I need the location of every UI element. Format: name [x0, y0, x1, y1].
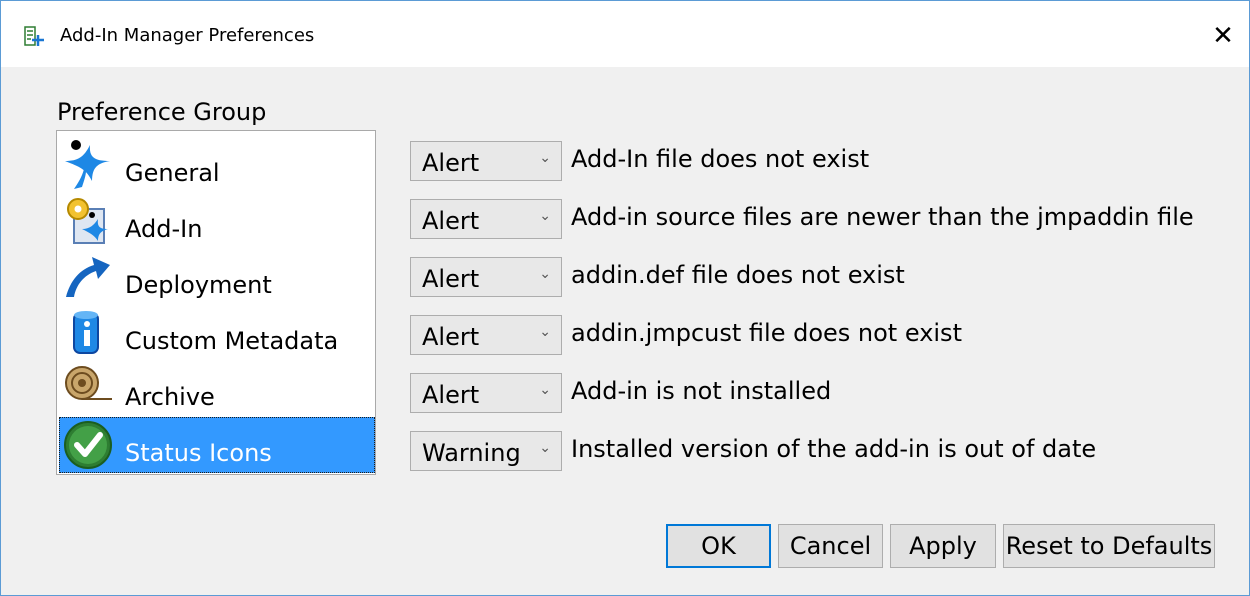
group-item-archive[interactable]: Archive: [59, 361, 375, 417]
dropdown-value: Warning: [422, 439, 521, 467]
rule-description: Add-In file does not exist: [571, 145, 870, 173]
rule-description: Add-in is not installed: [571, 377, 832, 405]
archive-roll-icon: [65, 366, 112, 400]
group-item-label: General: [125, 159, 220, 187]
group-item-label: Custom Metadata: [125, 327, 339, 355]
ok-button[interactable]: OK: [666, 524, 771, 568]
group-item-label: Status Icons: [125, 439, 272, 467]
preference-group-list[interactable]: General Add-In Deployment Custom Metadat…: [56, 130, 376, 475]
group-item-general[interactable]: General: [59, 137, 375, 193]
rule-row: Alert ⌄ Add-in is not installed: [410, 373, 1230, 413]
apply-button[interactable]: Apply: [890, 524, 996, 568]
severity-dropdown[interactable]: Alert ⌄: [410, 373, 562, 413]
rule-row: Alert ⌄ addin.jmpcust file does not exis…: [410, 315, 1230, 355]
rule-description: addin.def file does not exist: [571, 261, 905, 289]
general-star-icon: [65, 140, 110, 189]
close-icon: ✕: [1212, 21, 1234, 51]
rule-description: Installed version of the add-in is out o…: [571, 435, 1097, 463]
rule-description: addin.jmpcust file does not exist: [571, 319, 962, 347]
info-icon: [73, 311, 99, 354]
title-bar: Add-In Manager Preferences ✕: [1, 1, 1249, 67]
dropdown-value: Alert: [422, 265, 480, 293]
rule-row: Alert ⌄ Add-in source files are newer th…: [410, 199, 1230, 239]
check-circle-icon: [64, 421, 112, 469]
severity-dropdown[interactable]: Alert ⌄: [410, 257, 562, 297]
group-item-label: Add-In: [125, 215, 203, 243]
preferences-dialog: Add-In Manager Preferences ✕ Preference …: [0, 0, 1250, 596]
dropdown-value: Alert: [422, 323, 480, 351]
rule-description: Add-in source files are newer than the j…: [571, 203, 1194, 231]
chevron-down-icon: ⌄: [539, 266, 551, 282]
group-item-deployment[interactable]: Deployment: [59, 249, 375, 305]
add-in-manager-icon: [24, 26, 44, 46]
addin-gear-icon: [67, 198, 108, 244]
chevron-down-icon: ⌄: [539, 324, 551, 340]
chevron-down-icon: ⌄: [539, 208, 551, 224]
group-item-custom-metadata[interactable]: Custom Metadata: [59, 305, 375, 361]
group-item-label: Deployment: [125, 271, 272, 299]
chevron-down-icon: ⌄: [539, 150, 551, 166]
severity-dropdown[interactable]: Warning ⌄: [410, 431, 562, 471]
reset-to-defaults-button[interactable]: Reset to Defaults: [1003, 524, 1215, 568]
dialog-title: Add-In Manager Preferences: [60, 25, 315, 46]
severity-dropdown[interactable]: Alert ⌄: [410, 315, 562, 355]
preference-group-label: Preference Group: [57, 98, 267, 126]
rule-row: Alert ⌄ addin.def file does not exist: [410, 257, 1230, 297]
dropdown-value: Alert: [422, 207, 480, 235]
rule-row: Warning ⌄ Installed version of the add-i…: [410, 431, 1230, 471]
deployment-arrow-icon: [66, 257, 110, 297]
group-item-add-in[interactable]: Add-In: [59, 193, 375, 249]
dropdown-value: Alert: [422, 381, 480, 409]
chevron-down-icon: ⌄: [539, 382, 551, 398]
chevron-down-icon: ⌄: [539, 440, 551, 456]
cancel-button[interactable]: Cancel: [778, 524, 883, 568]
severity-dropdown[interactable]: Alert ⌄: [410, 199, 562, 239]
dropdown-value: Alert: [422, 149, 480, 177]
group-item-label: Archive: [125, 383, 215, 411]
group-item-status-icons[interactable]: Status Icons: [59, 417, 375, 473]
close-button[interactable]: ✕: [1205, 19, 1241, 55]
rule-row: Alert ⌄ Add-In file does not exist: [410, 141, 1230, 181]
severity-dropdown[interactable]: Alert ⌄: [410, 141, 562, 181]
